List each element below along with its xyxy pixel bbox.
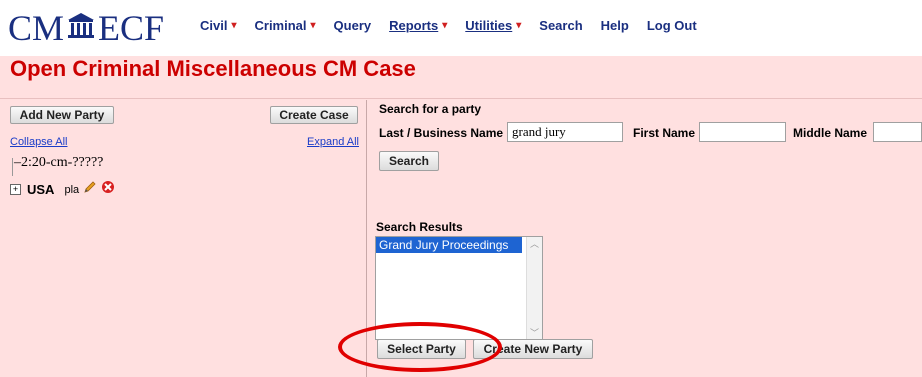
party-name: USA — [27, 182, 55, 197]
logo-text-right: ECF — [98, 8, 165, 48]
main-menu: Civil ▾ Criminal ▾ Query Reports ▾ Utili… — [200, 18, 697, 33]
menu-utilities[interactable]: Utilities ▾ — [465, 18, 521, 33]
scroll-down-icon[interactable]: ﹀ — [530, 326, 539, 339]
collapse-all-link[interactable]: Collapse All — [10, 136, 67, 148]
menu-civil-label: Civil — [200, 18, 228, 33]
menu-reports-label: Reports — [389, 18, 439, 33]
menu-logout[interactable]: Log Out — [647, 18, 697, 33]
menu-bar: CM ECF Civil ▾ Criminal ▾ Query Reports … — [0, 0, 922, 56]
edit-pencil-icon[interactable] — [83, 180, 97, 199]
chevron-down-icon: ▾ — [231, 20, 237, 31]
courthouse-icon — [66, 7, 96, 49]
search-button[interactable]: Search — [379, 151, 439, 171]
menu-help[interactable]: Help — [601, 18, 629, 33]
party-tree-pane: Add New Party Create Case Collapse All E… — [0, 100, 367, 377]
chevron-down-icon: ▾ — [516, 20, 522, 31]
results-scrollbar[interactable]: ︿ ﹀ — [526, 237, 542, 339]
tree-branch-icon: – — [14, 155, 21, 170]
menu-help-label: Help — [600, 18, 629, 33]
party-node-usa[interactable]: + USA pla — [10, 180, 115, 199]
tree-connector — [12, 158, 13, 176]
menu-search[interactable]: Search — [539, 18, 582, 33]
chevron-down-icon: ▾ — [442, 20, 448, 31]
last-name-input[interactable] — [507, 122, 623, 142]
menu-query[interactable]: Query — [334, 18, 372, 33]
create-new-party-button[interactable]: Create New Party — [473, 339, 593, 359]
scroll-up-icon[interactable]: ︿ — [530, 237, 539, 250]
logo-text-left: CM — [8, 8, 65, 48]
case-number: 2:20-cm-????? — [21, 155, 104, 170]
page-title: Open Criminal Miscellaneous CM Case — [10, 56, 416, 81]
first-name-label: First Name — [633, 126, 696, 140]
menu-search-label: Search — [539, 18, 583, 33]
expand-all-link[interactable]: Expand All — [307, 136, 359, 148]
menu-query-label: Query — [333, 18, 372, 33]
cmecf-logo[interactable]: CM ECF — [8, 6, 164, 50]
menu-criminal[interactable]: Criminal ▾ — [255, 18, 316, 33]
search-party-heading: Search for a party — [379, 102, 482, 116]
menu-utilities-label: Utilities — [465, 18, 513, 33]
add-new-party-button[interactable]: Add New Party — [10, 106, 114, 124]
title-divider — [0, 98, 922, 99]
search-results-heading: Search Results — [376, 220, 463, 234]
chevron-down-icon: ▾ — [310, 20, 316, 31]
middle-name-label: Middle Name — [793, 126, 868, 140]
last-name-label: Last / Business Name — [379, 126, 504, 140]
menu-logout-label: Log Out — [646, 18, 697, 33]
delete-icon[interactable] — [101, 180, 115, 199]
menu-civil[interactable]: Civil ▾ — [200, 18, 237, 33]
menu-criminal-label: Criminal — [254, 18, 307, 33]
create-case-button[interactable]: Create Case — [270, 106, 358, 124]
party-role: pla — [64, 183, 80, 196]
expand-toggle-icon[interactable]: + — [10, 184, 21, 195]
search-results-list[interactable]: Grand Jury Proceedings ︿ ﹀ — [375, 236, 543, 340]
select-party-button[interactable]: Select Party — [377, 339, 466, 359]
menu-reports[interactable]: Reports ▾ — [389, 18, 447, 33]
case-number-node[interactable]: –2:20-cm-????? — [14, 155, 103, 171]
first-name-input[interactable] — [699, 122, 786, 142]
middle-name-input[interactable] — [873, 122, 922, 142]
result-item[interactable]: Grand Jury Proceedings — [376, 237, 522, 253]
